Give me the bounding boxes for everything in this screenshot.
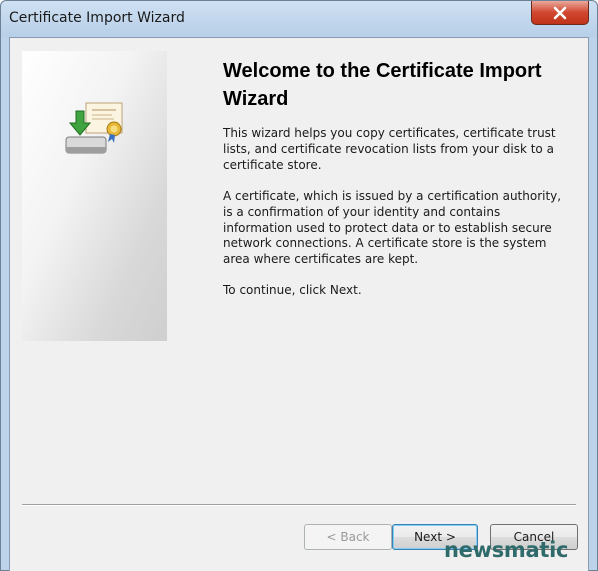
certificate-description-paragraph: A certificate, which is issued by a cert… xyxy=(223,189,562,267)
button-separator xyxy=(22,504,576,506)
back-button[interactable]: < Back xyxy=(304,524,392,550)
intro-paragraph: This wizard helps you copy certificates,… xyxy=(223,126,556,172)
wizard-body: Welcome to the Certificate Import Wizard… xyxy=(9,37,589,571)
close-button[interactable] xyxy=(531,1,589,25)
wizard-side-panel xyxy=(22,51,167,341)
title-bar[interactable]: Certificate Import Wizard xyxy=(1,1,597,37)
continue-instruction: To continue, click Next. xyxy=(223,283,362,297)
certificate-import-icon xyxy=(65,102,123,154)
newsmatic-watermark: newsmatic xyxy=(444,538,569,562)
wizard-heading: Welcome to the Certificate Import Wizard xyxy=(223,60,542,110)
window-title: Certificate Import Wizard xyxy=(9,10,185,26)
dialog-window: Certificate Import Wizard Welcome to the… xyxy=(0,0,598,571)
close-icon xyxy=(553,6,567,19)
